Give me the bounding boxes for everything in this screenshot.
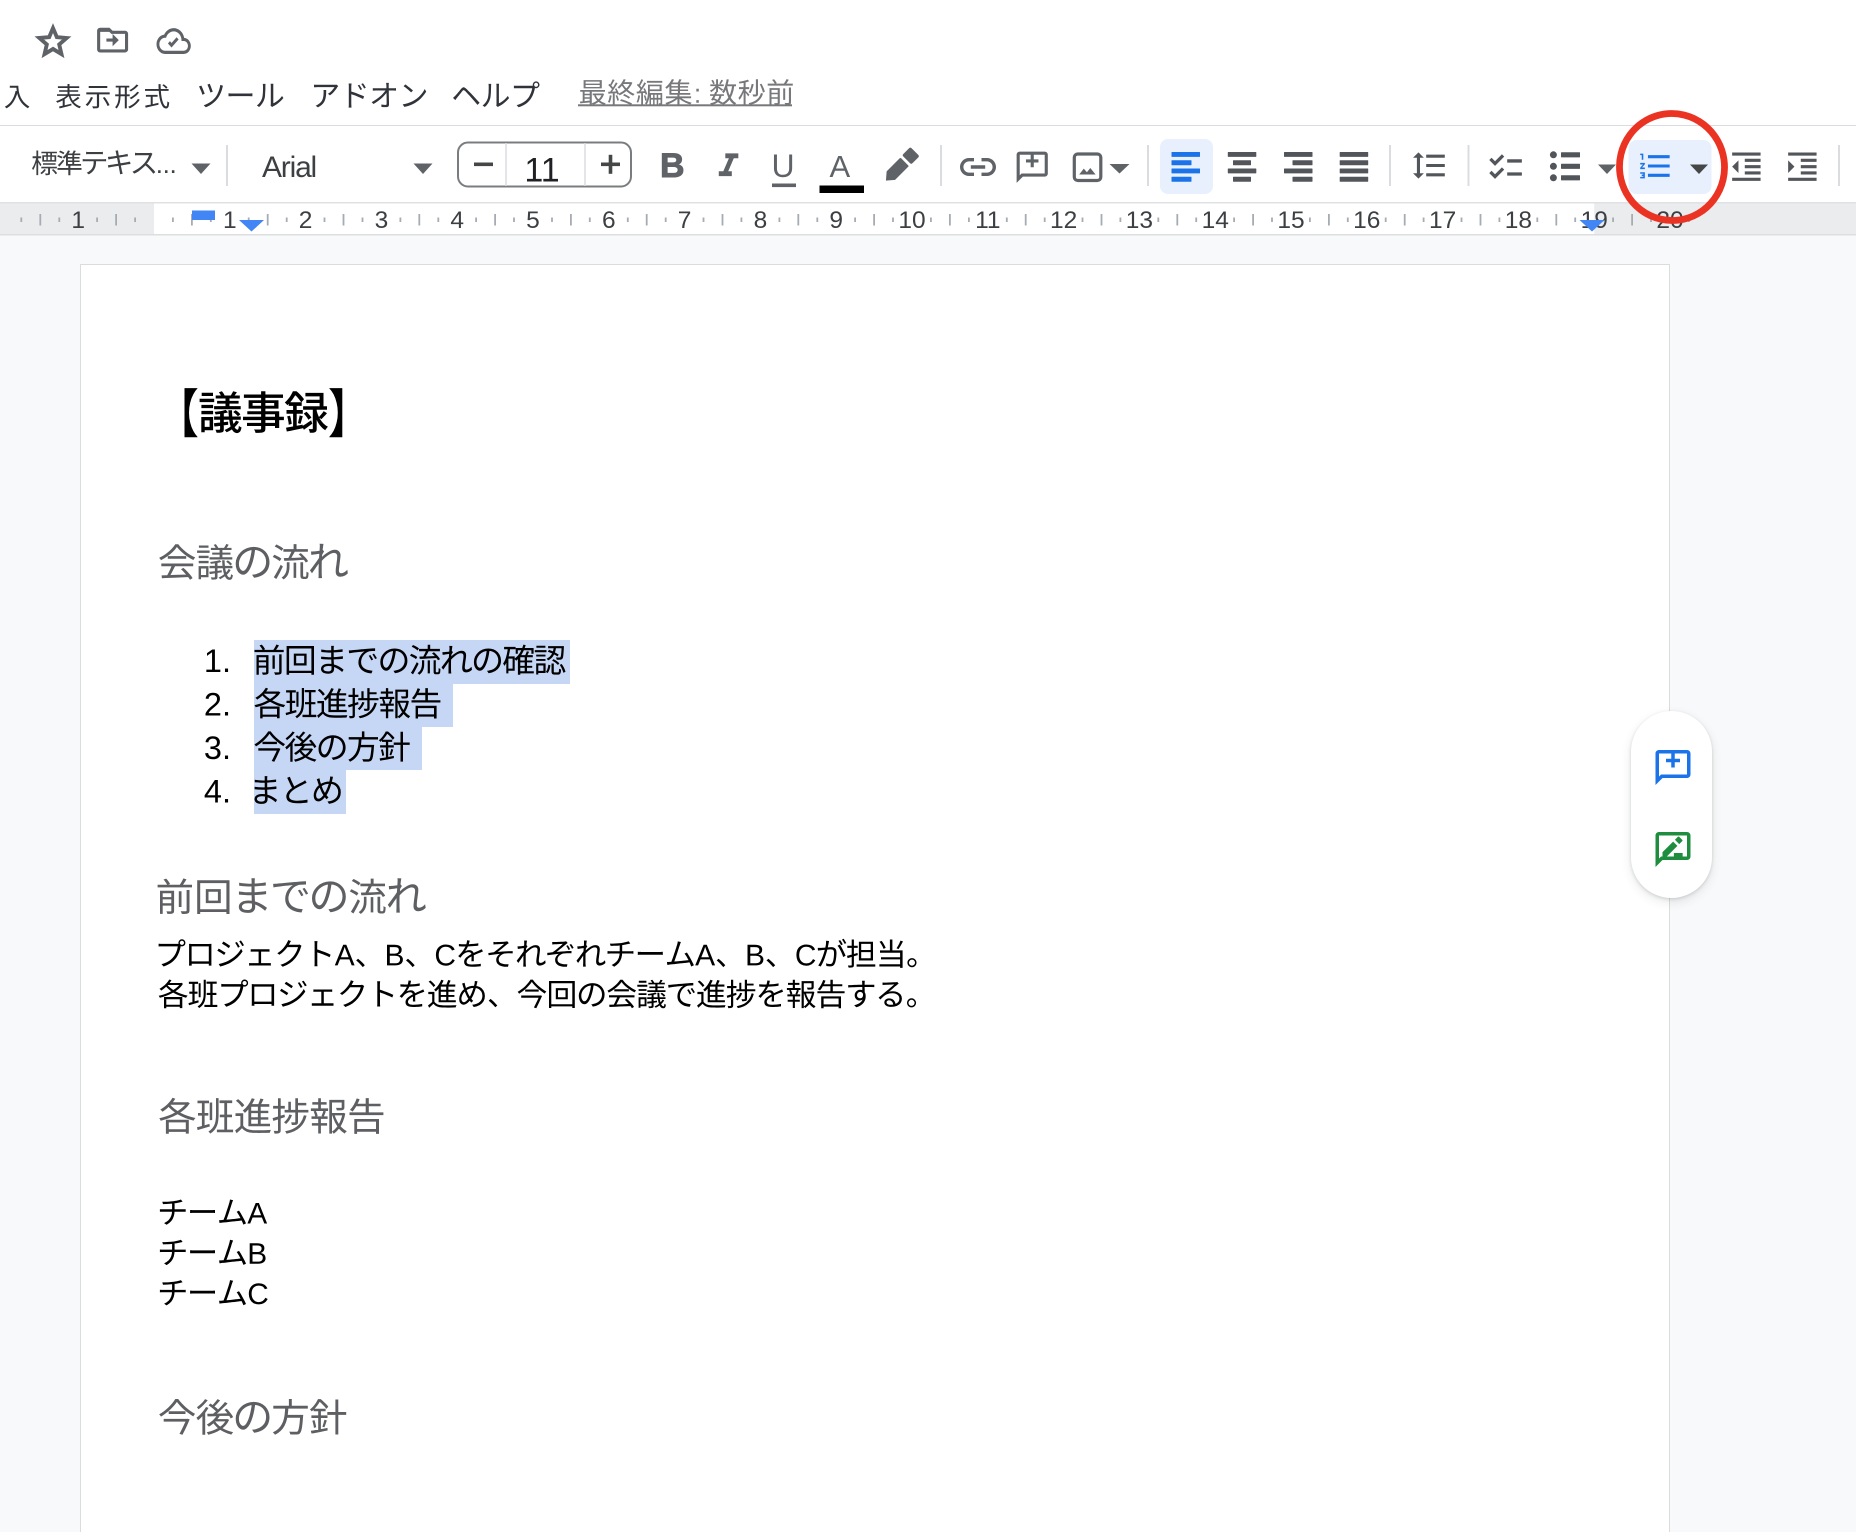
svg-text:4.: 4.	[204, 773, 231, 809]
svg-text:7: 7	[678, 207, 692, 234]
svg-text:16: 16	[1353, 207, 1380, 234]
svg-text:9: 9	[829, 207, 843, 234]
svg-text:2.: 2.	[204, 687, 231, 723]
svg-text:6: 6	[602, 207, 616, 234]
svg-text:17: 17	[1429, 207, 1456, 234]
svg-text:8: 8	[754, 207, 768, 234]
svg-text:14: 14	[1202, 207, 1229, 234]
svg-text:10: 10	[898, 207, 925, 234]
svg-text:3.: 3.	[204, 730, 231, 766]
svg-text:1: 1	[71, 207, 85, 234]
svg-text:1.: 1.	[204, 643, 231, 679]
svg-text:13: 13	[1126, 207, 1153, 234]
svg-text:U: U	[772, 148, 795, 184]
svg-text:11: 11	[524, 152, 559, 190]
svg-text:18: 18	[1505, 207, 1532, 234]
svg-text:2: 2	[299, 207, 313, 234]
svg-text:A: A	[830, 149, 851, 184]
svg-text:11: 11	[975, 207, 1000, 234]
svg-text:5: 5	[526, 207, 540, 234]
svg-text:Arial: Arial	[262, 151, 316, 184]
svg-text:1: 1	[223, 207, 237, 234]
svg-text:3: 3	[375, 207, 389, 234]
svg-text:4: 4	[450, 207, 464, 234]
svg-text:12: 12	[1050, 207, 1077, 234]
svg-text:15: 15	[1277, 207, 1304, 234]
svg-text:B: B	[660, 147, 685, 185]
